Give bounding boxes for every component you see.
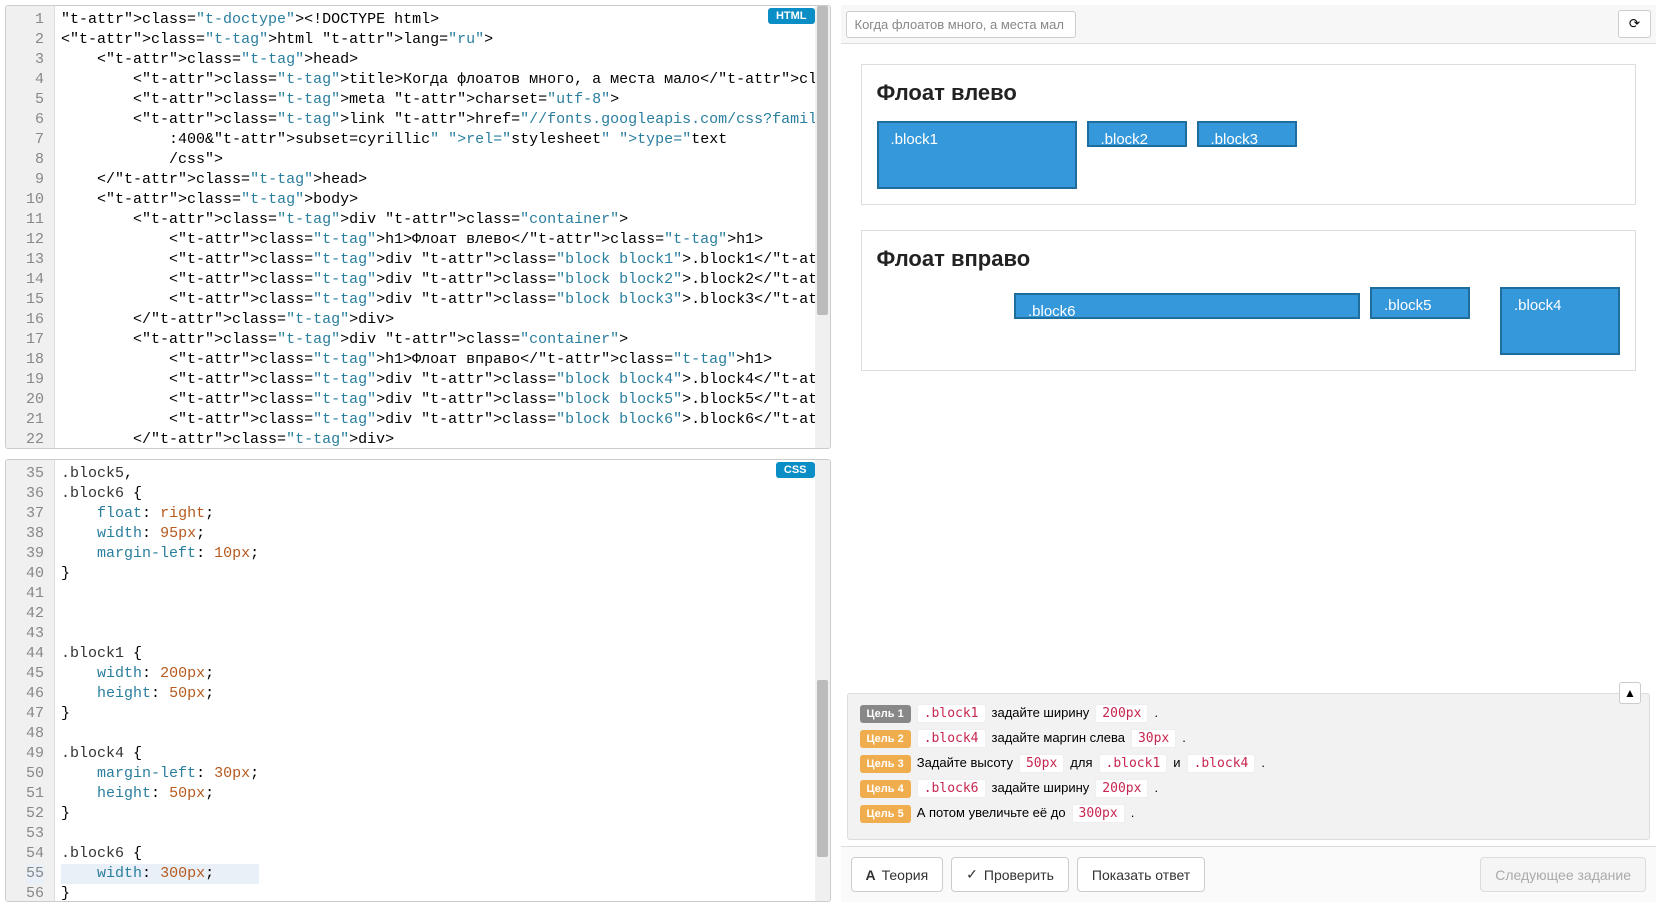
heading-float-right: Флоат вправо xyxy=(877,246,1621,272)
html-badge: HTML xyxy=(768,8,815,24)
goal-text: . xyxy=(1154,780,1158,795)
collapse-goals-button[interactable]: ▲ xyxy=(1619,682,1641,704)
theory-button[interactable]: A Теория xyxy=(851,857,944,892)
block6: .block6 xyxy=(1014,293,1360,319)
goal-text: . xyxy=(1182,730,1186,745)
goal-text: А потом увеличьте её до xyxy=(917,805,1066,820)
block2: .block2 xyxy=(1087,121,1187,147)
preview-title-input[interactable] xyxy=(846,11,1076,38)
chevron-up-icon: ▲ xyxy=(1624,686,1636,700)
container-right: Флоат вправо .block4 .block5 .block6 xyxy=(861,230,1637,371)
code-literal: .block6 xyxy=(917,779,986,798)
block4: .block4 xyxy=(1500,287,1620,355)
refresh-button[interactable]: ⟳ xyxy=(1618,10,1651,38)
next-task-button[interactable]: Следующее задание xyxy=(1480,857,1646,892)
goal-row: Цель 3Задайте высоту 50px для .block1 и … xyxy=(860,754,1638,773)
code-literal: .block1 xyxy=(1099,754,1168,773)
goal-text: . xyxy=(1131,805,1135,820)
goal-text: . xyxy=(1154,705,1158,720)
code-literal: 300px xyxy=(1072,804,1125,823)
show-answer-button[interactable]: Показать ответ xyxy=(1077,857,1205,892)
goal-row: Цель 5 А потом увеличьте её до 300px . xyxy=(860,804,1638,823)
answer-label: Показать ответ xyxy=(1092,867,1190,883)
goal-badge: Цель 1 xyxy=(860,705,911,723)
block1: .block1 xyxy=(877,121,1077,189)
css-badge: CSS xyxy=(776,462,815,478)
css-scrollbar[interactable] xyxy=(815,460,830,902)
goal-text: задайте маргин слева xyxy=(992,730,1125,745)
container-left: Флоат влево .block1 .block2 .block3 xyxy=(861,64,1637,205)
goal-badge: Цель 2 xyxy=(860,730,911,748)
preview-header: ⟳ xyxy=(841,5,1657,44)
goal-text: и xyxy=(1173,755,1180,770)
goal-row: Цель 1 .block1 задайте ширину 200px . xyxy=(860,704,1638,723)
html-scrollbar[interactable] xyxy=(815,6,830,448)
code-literal: .block4 xyxy=(917,729,986,748)
block5: .block5 xyxy=(1370,287,1470,319)
goal-text: задайте ширину xyxy=(992,780,1090,795)
css-editor[interactable]: CSS 353637383940414243444546474849505152… xyxy=(5,459,831,903)
code-literal: 200px xyxy=(1095,779,1148,798)
heading-float-left: Флоат влево xyxy=(877,80,1621,106)
action-bar: A Теория ✓ Проверить Показать ответ Следую… xyxy=(841,846,1657,902)
goal-text: . xyxy=(1261,755,1265,770)
code-literal: .block1 xyxy=(917,704,986,723)
check-label: Проверить xyxy=(984,867,1054,883)
code-literal: 200px xyxy=(1095,704,1148,723)
refresh-icon: ⟳ xyxy=(1629,16,1640,32)
theory-label: Теория xyxy=(882,867,929,883)
block3: .block3 xyxy=(1197,121,1297,147)
goal-text: для xyxy=(1070,755,1092,770)
goal-text: задайте ширину xyxy=(992,705,1090,720)
goal-row: Цель 4 .block6 задайте ширину 200px . xyxy=(860,779,1638,798)
check-button[interactable]: ✓ Проверить xyxy=(951,857,1069,892)
preview-frame: Флоат влево .block1 .block2 .block3 Флоа… xyxy=(841,44,1657,687)
goals-panel: ▲ Цель 1.block1 задайте ширину 200px .Це… xyxy=(847,693,1651,840)
check-icon: ✓ xyxy=(966,866,978,883)
goal-badge: Цель 3 xyxy=(860,755,911,773)
code-literal: 30px xyxy=(1131,729,1176,748)
goal-badge: Цель 4 xyxy=(860,780,911,798)
code-literal: .block4 xyxy=(1187,754,1256,773)
code-literal: 50px xyxy=(1019,754,1064,773)
next-label: Следующее задание xyxy=(1495,867,1631,883)
goal-row: Цель 2.block4 задайте маргин слева 30px … xyxy=(860,729,1638,748)
html-editor[interactable]: HTML 12345678910111213141516171819202122… xyxy=(5,5,831,449)
goal-badge: Цель 5 xyxy=(860,805,911,823)
font-icon: A xyxy=(866,867,876,883)
goal-text: Задайте высоту xyxy=(917,755,1013,770)
